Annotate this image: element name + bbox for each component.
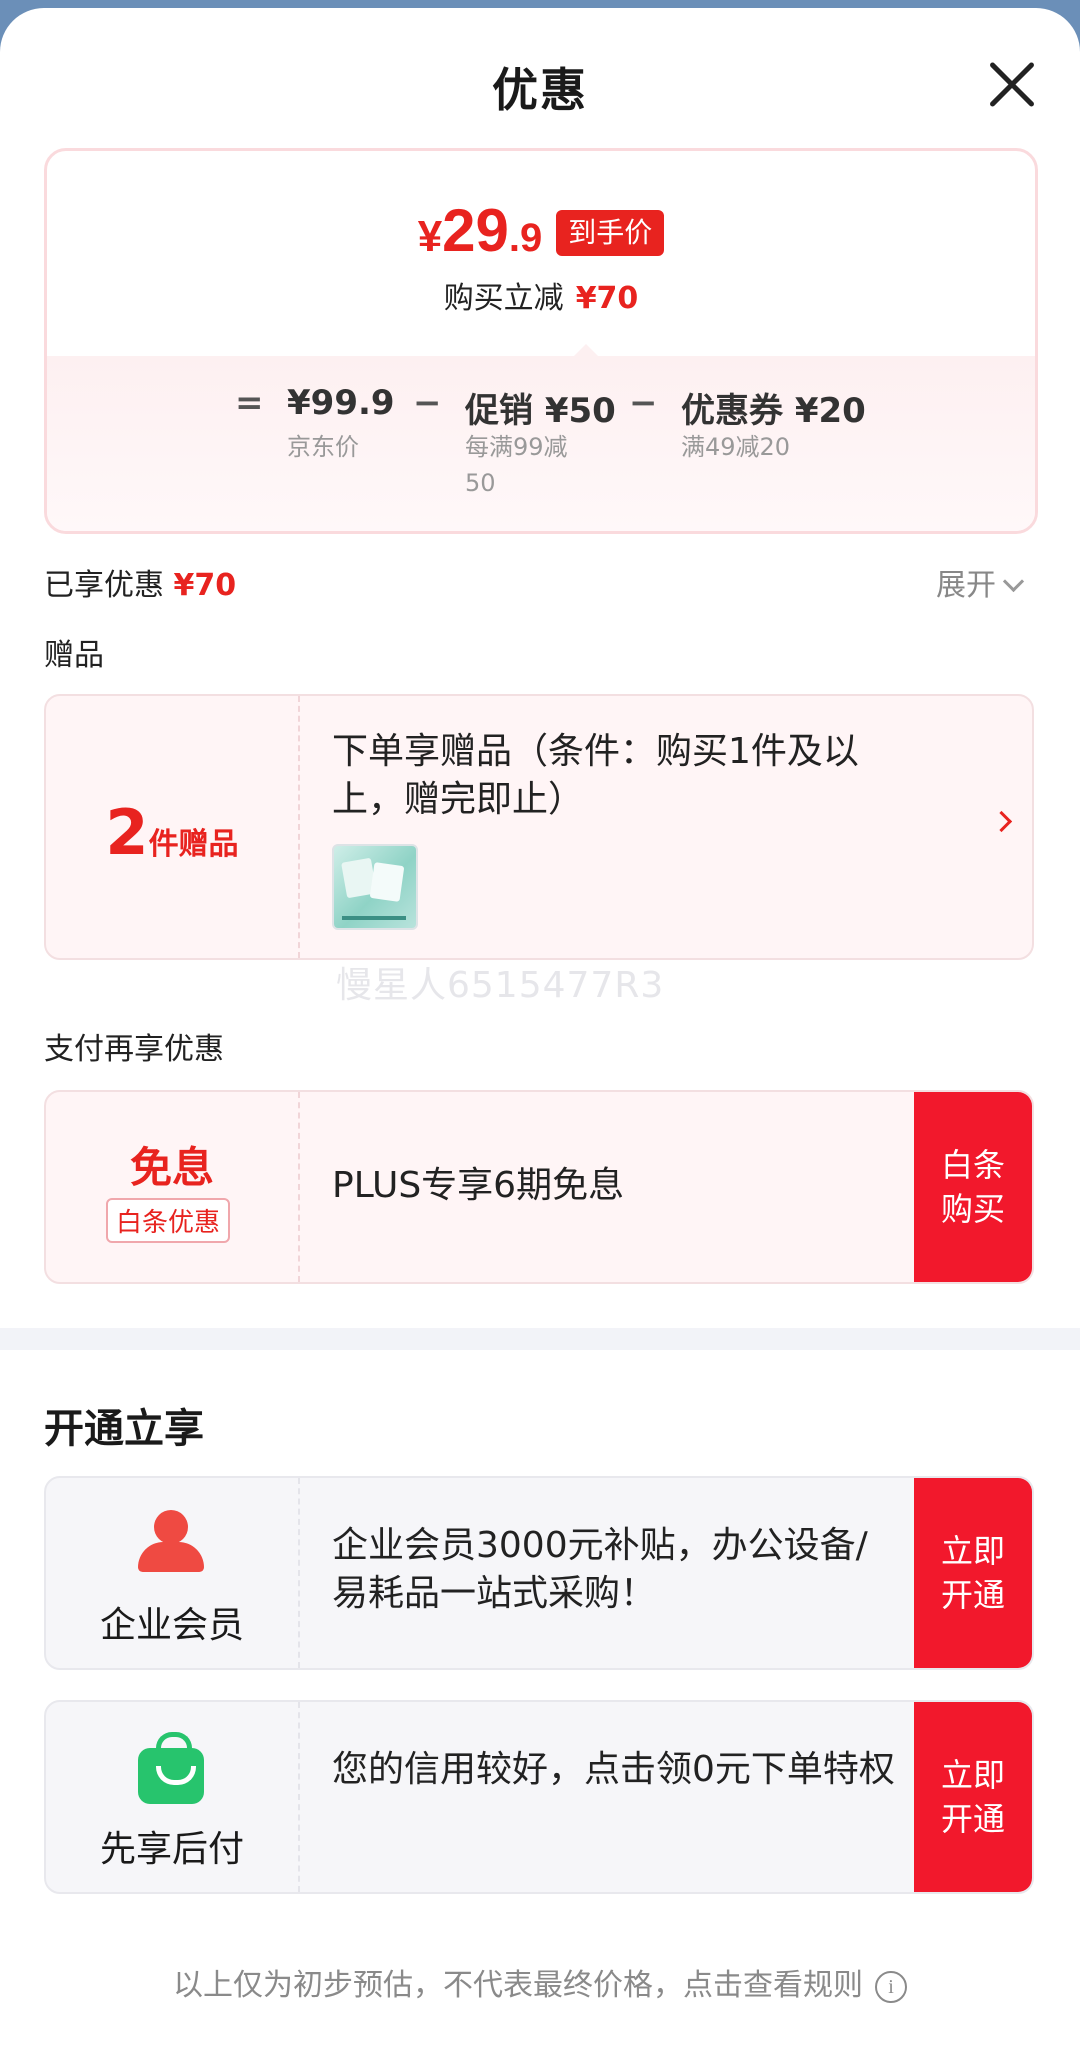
promo-condition-1: 每满99减 [465,433,568,461]
watermark: 慢星人6515477R3 [336,965,665,1006]
interest-free-title: 免息 [129,1143,214,1192]
activate-enterprise-button[interactable]: 立即 开通 [914,1478,1032,1668]
sheet-title: 优惠 [492,63,588,117]
pay-later-name: 先享后付 [99,1829,244,1870]
promo-amount: 促销 ¥50 [465,391,616,431]
minus-sign: − [413,383,442,423]
estimate-disclaimer[interactable]: 以上仅为初步预估，不代表最终价格，点击查看规则 i [0,1960,1080,2004]
enjoyed-discount: 已享优惠 ¥70 [44,568,237,603]
gift-condition: 下单享赠品（条件：购买1件及以上，赠完即止） [332,731,859,820]
pay-later-text: 您的信用较好，点击领0元下单特权 [332,1749,895,1790]
installment-text: PLUS专享6期免息 [332,1165,625,1206]
activate-section-title: 开通立享 [44,1406,204,1452]
price-summary-card: ¥29.9 到手价 购买立减 ¥70 = ¥99.9 京东价 − 促销 ¥50 每… [44,148,1038,534]
equals-sign: = [235,383,264,423]
enterprise-member-text: 企业会员3000元补贴，办公设备/易耗品一站式采购！ [332,1525,868,1614]
gift-section-title: 赠品 [44,638,104,673]
gift-thumbnail[interactable] [332,844,418,930]
coupon-condition: 满49减20 [681,433,791,461]
jd-price-label: 京东价 [287,433,359,461]
pay-section-title: 支付再享优惠 [44,1032,224,1067]
expand-button[interactable]: 展开 [936,560,1025,604]
chevron-right-icon [990,810,1013,833]
chevron-down-icon [1002,570,1025,593]
jd-price: ¥99.9 [287,383,395,423]
gift-card[interactable]: 2件赠品 下单享赠品（条件：购买1件及以上，赠完即止） [44,694,1034,960]
final-price: ¥29.9 [417,197,543,264]
enterprise-member-card[interactable]: 企业会员 企业会员3000元补贴，办公设备/易耗品一站式采购！ 立即 开通 [44,1476,1034,1670]
close-icon[interactable] [986,58,1038,110]
info-icon[interactable]: i [875,1970,907,2003]
minus-sign-2: − [629,383,658,423]
coupon-sheet: 优惠 ¥29.9 到手价 购买立减 ¥70 = ¥99.9 京东价 − 促销 ¥5… [0,8,1080,2050]
instant-discount: 购买立减 ¥70 [443,281,639,316]
activate-pay-later-button[interactable]: 立即 开通 [914,1702,1032,1892]
baitiao-buy-button[interactable]: 白条 购买 [914,1092,1032,1282]
final-price-tag: 到手价 [556,210,665,256]
coupon-amount: 优惠券 ¥20 [681,391,866,431]
section-divider [0,1328,1080,1350]
baitiao-badge: 白条优惠 [106,1198,231,1243]
user-icon [138,1510,204,1572]
gift-count: 2件赠品 [105,796,239,869]
promo-condition-2: 50 [465,469,496,497]
pay-later-card[interactable]: 先享后付 您的信用较好，点击领0元下单特权 立即 开通 [44,1700,1034,1894]
shopping-bag-icon [138,1732,204,1804]
installment-card[interactable]: 免息 白条优惠 PLUS专享6期免息 白条 购买 [44,1090,1034,1284]
enterprise-member-name: 企业会员 [99,1605,244,1646]
